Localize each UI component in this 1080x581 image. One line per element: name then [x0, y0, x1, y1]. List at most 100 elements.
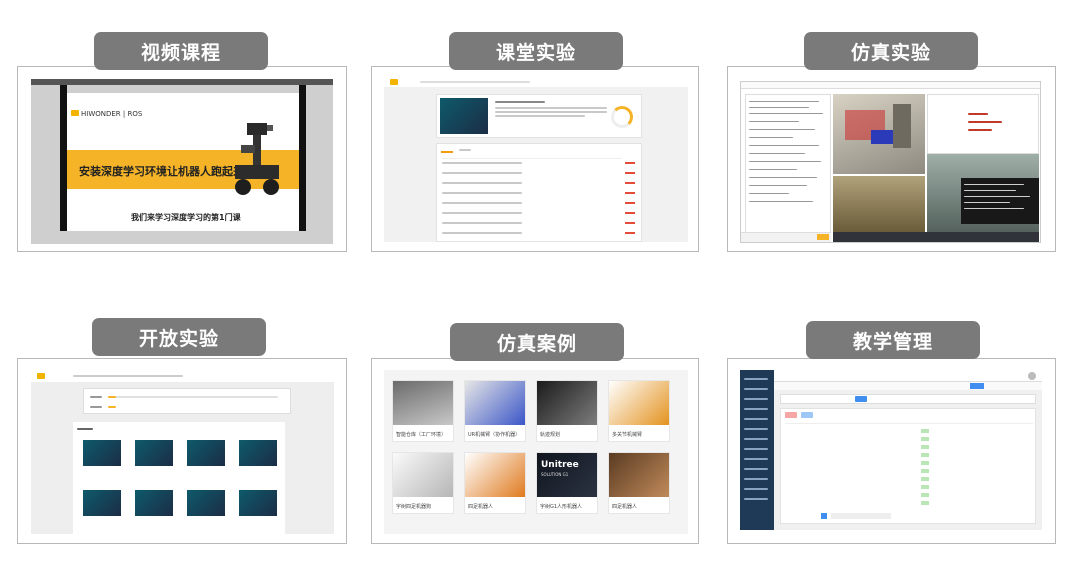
sidebar-item[interactable] — [744, 378, 768, 380]
lesson-row[interactable] — [442, 232, 522, 234]
course-card[interactable] — [135, 440, 173, 466]
course-thumbnail — [440, 98, 488, 134]
nav-line — [73, 375, 183, 377]
tab-bar — [774, 382, 1042, 390]
code-editor-pane — [745, 94, 831, 240]
admin-header — [774, 370, 1042, 382]
case-image — [393, 453, 453, 497]
case-image — [393, 381, 453, 425]
slide-left-border — [60, 85, 67, 231]
top-nav-bar — [741, 82, 1040, 89]
course-title-line — [495, 101, 545, 103]
course-card[interactable] — [239, 490, 277, 516]
sidebar-item[interactable] — [744, 448, 768, 450]
lesson-row[interactable] — [442, 158, 622, 159]
case-title: 宇树G1人形机器人 — [540, 504, 583, 510]
pagination[interactable] — [821, 513, 921, 519]
case-title: 四足机器人 — [612, 504, 638, 510]
brand-logo-icon — [37, 373, 45, 379]
lesson-status — [625, 162, 635, 164]
lesson-row[interactable] — [442, 212, 522, 214]
sidebar-item[interactable] — [744, 498, 768, 500]
sidebar-item[interactable] — [744, 478, 768, 480]
status-badge — [921, 429, 929, 433]
case-card[interactable]: 四足机器人 — [608, 452, 670, 514]
course-desc-line — [495, 107, 607, 109]
sidebar-item[interactable] — [744, 408, 768, 410]
slide-subtitle: 我们来学习深度学习的第1门课 — [131, 213, 241, 222]
course-card[interactable] — [239, 440, 277, 466]
course-card[interactable] — [187, 440, 225, 466]
lesson-row[interactable] — [442, 222, 522, 224]
lesson-row[interactable] — [442, 162, 522, 164]
case-image — [609, 381, 669, 425]
lesson-status — [625, 202, 635, 204]
run-button[interactable] — [817, 234, 829, 240]
sidebar-item[interactable] — [744, 458, 768, 460]
case-card[interactable]: 智能仓库（工厂环境） — [392, 380, 454, 442]
lesson-status — [625, 182, 635, 184]
course-card[interactable] — [135, 490, 173, 516]
sidebar-item[interactable] — [744, 388, 768, 390]
case-image — [537, 381, 597, 425]
sidebar-item[interactable] — [744, 488, 768, 490]
open-experiment-frame[interactable] — [17, 358, 347, 544]
video-course-frame[interactable]: HIWONDER | ROS 安装深度学习环境让机器人跑起来 我们来学习深度学习… — [17, 66, 347, 252]
admin-table — [780, 408, 1036, 524]
teaching-management-frame[interactable] — [727, 358, 1056, 544]
case-card[interactable]: 四足机器人 — [464, 452, 526, 514]
search-bar[interactable] — [780, 394, 1036, 404]
case-image — [465, 453, 525, 497]
sidebar-item[interactable] — [744, 438, 768, 440]
case-image — [465, 381, 525, 425]
lesson-status — [625, 212, 635, 214]
tile-label-open-experiment: 开放实验 — [92, 318, 266, 356]
sidebar-item[interactable] — [744, 468, 768, 470]
lesson-row[interactable] — [442, 182, 522, 184]
simulator-3d-view[interactable] — [833, 94, 925, 174]
tile-label-simulation-cases: 仿真案例 — [450, 323, 624, 361]
nav-line — [420, 81, 530, 83]
filter-panel[interactable] — [83, 388, 291, 414]
lesson-row[interactable] — [442, 172, 522, 174]
search-button[interactable] — [855, 396, 867, 402]
avatar[interactable] — [1028, 372, 1036, 380]
case-title: 四足机器人 — [468, 504, 494, 510]
case-logo: Unitree — [541, 460, 579, 470]
slide-title: 安装深度学习环境让机器人跑起来 — [79, 165, 244, 178]
add-button[interactable] — [801, 412, 813, 418]
simulation-experiment-frame[interactable] — [727, 66, 1056, 252]
status-badge — [921, 453, 929, 457]
status-badge — [921, 445, 929, 449]
case-title: 宇树四足机器狗 — [396, 504, 432, 510]
lesson-status — [625, 232, 635, 234]
classroom-experiment-frame[interactable] — [371, 66, 699, 252]
course-card[interactable] — [83, 490, 121, 516]
sidebar-item[interactable] — [744, 418, 768, 420]
tile-label-simulation-experiment: 仿真实验 — [804, 32, 978, 70]
slide-logo-text: HIWONDER | ROS — [81, 110, 143, 118]
course-summary-card[interactable] — [436, 94, 642, 138]
case-logo-sub: SOLUTION G1 — [541, 472, 569, 477]
delete-button[interactable] — [785, 412, 797, 418]
course-card[interactable] — [83, 440, 121, 466]
case-card[interactable]: 轨迹规划 — [536, 380, 598, 442]
simulation-cases-frame[interactable]: 智能仓库（工厂环境） UR机械臂（协作机器） 轨迹规划 多关节机械臂 宇树四足机… — [371, 358, 699, 544]
case-card[interactable]: 宇树四足机器狗 — [392, 452, 454, 514]
sidebar-item[interactable] — [744, 398, 768, 400]
lesson-row[interactable] — [442, 192, 522, 194]
slide-right-border — [299, 85, 306, 231]
video-course-screenshot: HIWONDER | ROS 安装深度学习环境让机器人跑起来 我们来学习深度学习… — [31, 79, 333, 244]
course-card[interactable] — [187, 490, 225, 516]
case-card[interactable]: UR机械臂（协作机器） — [464, 380, 526, 442]
case-image: Unitree SOLUTION G1 — [537, 453, 597, 497]
tab-active[interactable] — [970, 383, 984, 389]
progress-ring-icon — [611, 106, 633, 128]
case-card[interactable]: 多关节机械臂 — [608, 380, 670, 442]
sidebar-item[interactable] — [744, 428, 768, 430]
case-card[interactable]: Unitree SOLUTION G1 宇树G1人形机器人 — [536, 452, 598, 514]
robot-arm-icon — [235, 123, 279, 195]
admin-sidebar — [740, 370, 774, 530]
lesson-row[interactable] — [442, 202, 522, 204]
status-badge — [921, 477, 929, 481]
